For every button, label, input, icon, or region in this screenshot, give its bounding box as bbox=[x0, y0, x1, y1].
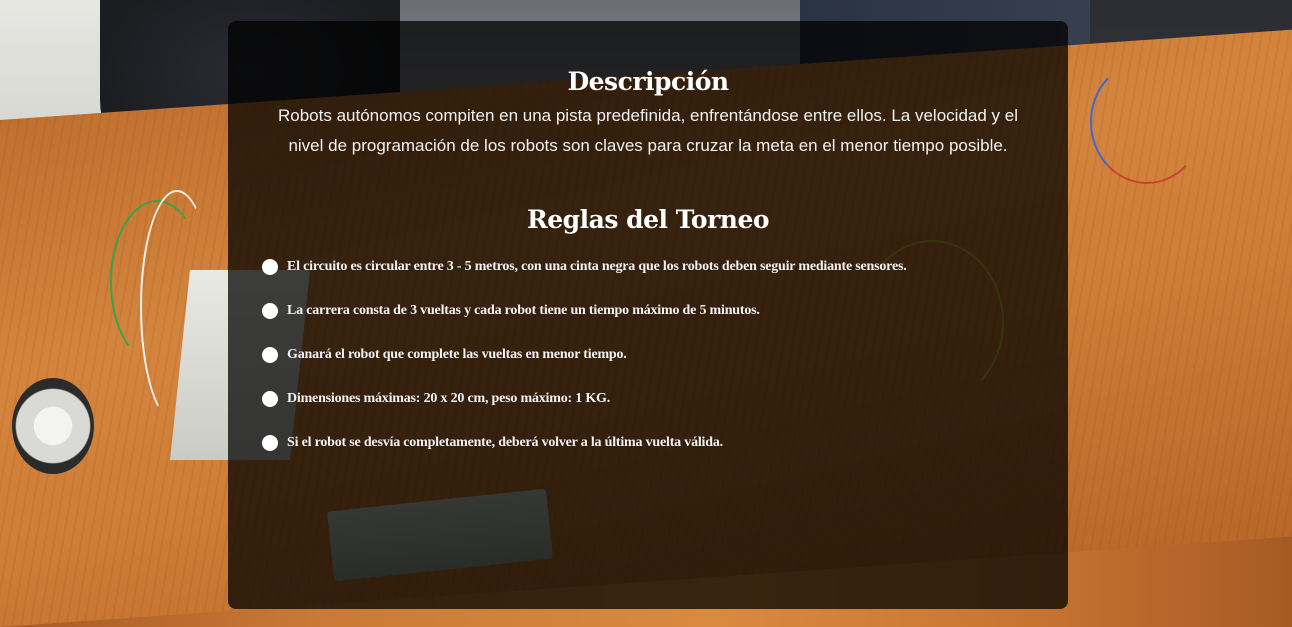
rule-text: El circuito es circular entre 3 - 5 metr… bbox=[287, 259, 907, 274]
background-wire bbox=[140, 190, 214, 424]
rule-item: La carrera consta de 3 vueltas y cada ro… bbox=[262, 289, 1038, 333]
rule-item: Si el robot se desvía completamente, deb… bbox=[262, 421, 1038, 465]
rule-text: Dimensiones máximas: 20 x 20 cm, peso má… bbox=[287, 391, 611, 406]
bullet-icon bbox=[262, 391, 278, 407]
rule-text: La carrera consta de 3 vueltas y cada ro… bbox=[287, 303, 760, 318]
rule-text: Ganará el robot que complete las vueltas… bbox=[287, 347, 627, 362]
background-wire bbox=[1090, 60, 1204, 184]
description-title: Descripción bbox=[567, 67, 729, 96]
background-robot-wheel bbox=[12, 378, 94, 474]
bullet-icon bbox=[262, 259, 278, 275]
rule-item: El circuito es circular entre 3 - 5 metr… bbox=[262, 245, 1038, 289]
rules-list: El circuito es circular entre 3 - 5 metr… bbox=[262, 245, 1038, 465]
description-text: Robots autónomos compiten en una pista p… bbox=[278, 106, 1018, 155]
bullet-icon bbox=[262, 435, 278, 451]
bullet-icon bbox=[262, 303, 278, 319]
info-panel: Descripción Robots autónomos compiten en… bbox=[228, 21, 1068, 609]
bullet-icon bbox=[262, 347, 278, 363]
rule-text: Si el robot se desvía completamente, deb… bbox=[287, 435, 723, 450]
rules-title: Reglas del Torneo bbox=[526, 205, 770, 234]
rule-item: Dimensiones máximas: 20 x 20 cm, peso má… bbox=[262, 377, 1038, 421]
rule-item: Ganará el robot que complete las vueltas… bbox=[262, 333, 1038, 377]
